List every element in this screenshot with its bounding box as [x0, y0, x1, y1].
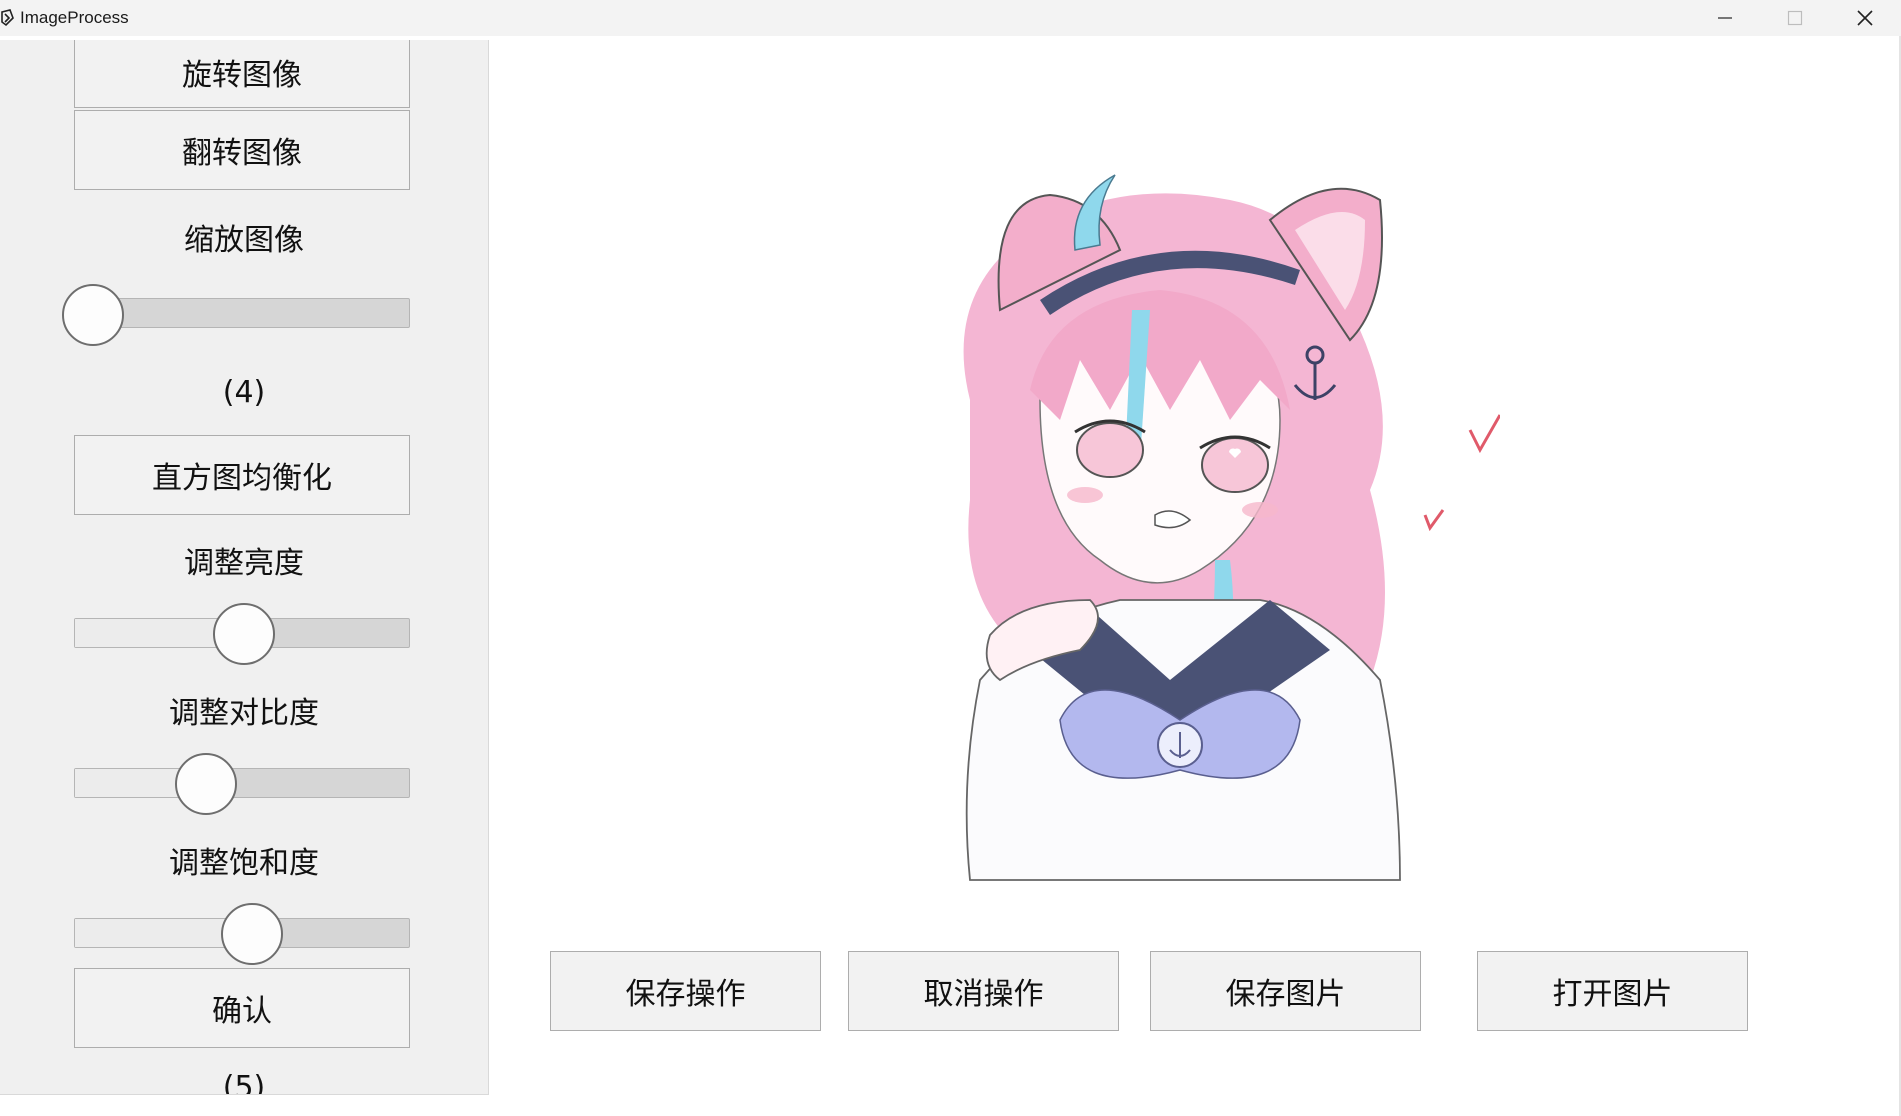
minimize-icon: [1718, 17, 1732, 19]
confirm-label: 确认: [212, 994, 272, 1029]
save-operation-button[interactable]: 保存操作: [550, 951, 821, 1031]
brightness-slider-thumb[interactable]: [213, 603, 275, 665]
histogram-equalization-button[interactable]: 直方图均衡化: [74, 435, 410, 515]
zoom-image-label: 缩放图像: [184, 223, 304, 258]
minimize-button[interactable]: [1690, 0, 1760, 36]
rotate-image-button[interactable]: 旋转图像: [74, 40, 410, 108]
contrast-label: 调整对比度: [169, 696, 319, 731]
histogram-equalization-label: 直方图均衡化: [152, 461, 332, 496]
open-image-label: 打开图片: [1552, 977, 1673, 1012]
cancel-operation-label: 取消操作: [923, 977, 1044, 1012]
confirm-button[interactable]: 确认: [74, 968, 410, 1048]
control-panel[interactable]: 旋转图像 翻转图像 缩放图像 (4) 直方图均衡化 调整亮度 调整对比度 调整饱…: [0, 40, 489, 1095]
save-image-label: 保存图片: [1225, 977, 1346, 1012]
step-4-text: (4): [222, 375, 266, 410]
flip-image-button[interactable]: 翻转图像: [74, 110, 410, 190]
image-preview: [963, 174, 1500, 881]
flip-image-label: 翻转图像: [182, 136, 302, 171]
rotate-image-label: 旋转图像: [182, 58, 302, 93]
window-title: ImageProcess: [20, 8, 129, 27]
close-icon: [1857, 10, 1873, 26]
contrast-slider-track[interactable]: [74, 768, 410, 798]
saturation-slider-thumb[interactable]: [221, 903, 283, 965]
maximize-icon: [1787, 10, 1803, 26]
step-5-text: (5): [222, 1070, 266, 1095]
brightness-label: 调整亮度: [184, 546, 304, 581]
maximize-button[interactable]: [1760, 0, 1830, 36]
app-logo-icon: [1, 9, 14, 27]
zoom-slider-thumb[interactable]: [62, 284, 124, 346]
title-bar: ImageProcess: [0, 0, 1901, 36]
save-image-button[interactable]: 保存图片: [1150, 951, 1421, 1031]
open-image-button[interactable]: 打开图片: [1477, 951, 1748, 1031]
contrast-slider-thumb[interactable]: [175, 753, 237, 815]
zoom-slider-track[interactable]: [74, 298, 410, 328]
save-operation-label: 保存操作: [625, 977, 746, 1012]
saturation-label: 调整饱和度: [169, 846, 319, 881]
cancel-operation-button[interactable]: 取消操作: [848, 951, 1119, 1031]
close-button[interactable]: [1830, 0, 1900, 36]
